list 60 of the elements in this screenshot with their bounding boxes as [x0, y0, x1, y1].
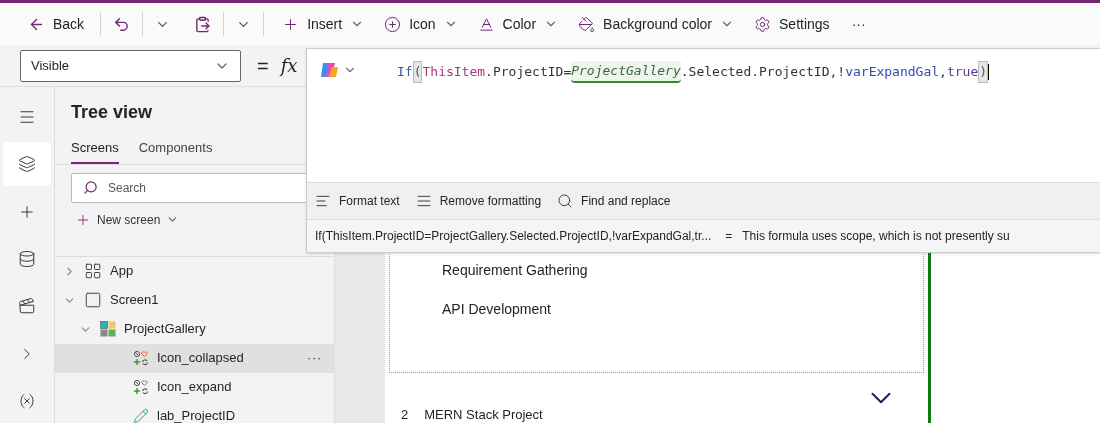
label-icon	[133, 408, 149, 423]
screen-icon	[84, 291, 102, 309]
tree-item[interactable]: Icon_collapsed ···	[55, 343, 334, 373]
more-options[interactable]: ···	[307, 348, 322, 368]
gallery-icon	[100, 321, 116, 337]
toolbar-menu-button[interactable]: Background color	[572, 13, 741, 35]
tree-item[interactable]: ProjectGallery	[55, 314, 334, 344]
variable-icon	[18, 392, 36, 411]
tree-item-label: ProjectGallery	[124, 320, 207, 339]
formula-code[interactable]: If(ThisItem.ProjectID=ProjectGallery.Selected.ProjectID,!varExpandGal,true)	[397, 61, 990, 83]
text-color-icon	[477, 15, 495, 33]
lines-icon	[415, 193, 432, 209]
task-label: Requirement Gathering	[442, 261, 589, 280]
bucket-icon	[578, 15, 596, 33]
clipboard-icon[interactable]	[194, 15, 212, 33]
formula-preview: If(ThisItem.ProjectID=ProjectGallery.Selected.ProjectID,!varExpandGal,tr...	[315, 228, 712, 245]
editor-action-button[interactable]: Remove formatting	[415, 192, 542, 210]
copilot-icon[interactable]	[319, 61, 339, 79]
task-label: API Development	[442, 300, 552, 319]
tree-item-label: App	[110, 262, 135, 281]
property-dropdown[interactable]: Visible	[20, 49, 241, 82]
tab[interactable]: Screens	[71, 138, 119, 164]
media-icon	[18, 297, 36, 316]
more-button[interactable]: ···	[843, 13, 874, 35]
icon-control-icon	[133, 379, 149, 395]
settings-button[interactable]: Settings	[748, 13, 836, 35]
toolbar-menu-button[interactable]: Insert	[276, 13, 371, 35]
equals-sign: =	[257, 53, 269, 79]
tree-item[interactable]: Screen1	[55, 285, 334, 315]
tab[interactable]: Components	[138, 138, 213, 164]
tree-item-label: Screen1	[110, 291, 160, 310]
search-icon	[83, 179, 98, 195]
database-icon	[18, 249, 36, 268]
settings-icon	[754, 15, 772, 33]
tree-item[interactable]: App	[55, 256, 334, 286]
tree-item[interactable]: lab_ProjectID	[55, 401, 334, 423]
tree-item-label: Icon_expand	[157, 378, 233, 397]
search-icon	[557, 193, 574, 209]
fx-label: fx	[280, 54, 298, 78]
tree-item-label: lab_ProjectID	[157, 407, 237, 423]
icon-control-icon	[133, 350, 149, 366]
undo-icon[interactable]	[113, 15, 131, 33]
layers-icon	[18, 155, 36, 174]
format-icon	[315, 193, 331, 209]
item-title: MERN Stack Project	[424, 406, 543, 423]
app-icon	[84, 262, 102, 280]
panel-title: Tree view	[71, 101, 153, 124]
tree-item[interactable]: Icon_expand	[55, 372, 334, 402]
tree-item-label: Icon_collapsed	[157, 349, 245, 368]
toolbar-menu-button[interactable]: Color	[471, 13, 565, 35]
new-screen-button[interactable]: New screen	[55, 210, 334, 229]
circle-plus-icon	[384, 15, 402, 33]
editor-action-button[interactable]: Format text	[315, 192, 400, 210]
back-button[interactable]: Back	[24, 13, 89, 35]
equals-sign: =	[725, 228, 733, 245]
item-number: 2	[401, 406, 409, 423]
result-message: This formula uses scope, which is not presently su	[742, 228, 1010, 245]
toolbar-menu-button[interactable]: Icon	[378, 13, 464, 35]
rail-button[interactable]	[3, 142, 51, 186]
editor-action-button[interactable]: Find and replace	[557, 192, 671, 210]
